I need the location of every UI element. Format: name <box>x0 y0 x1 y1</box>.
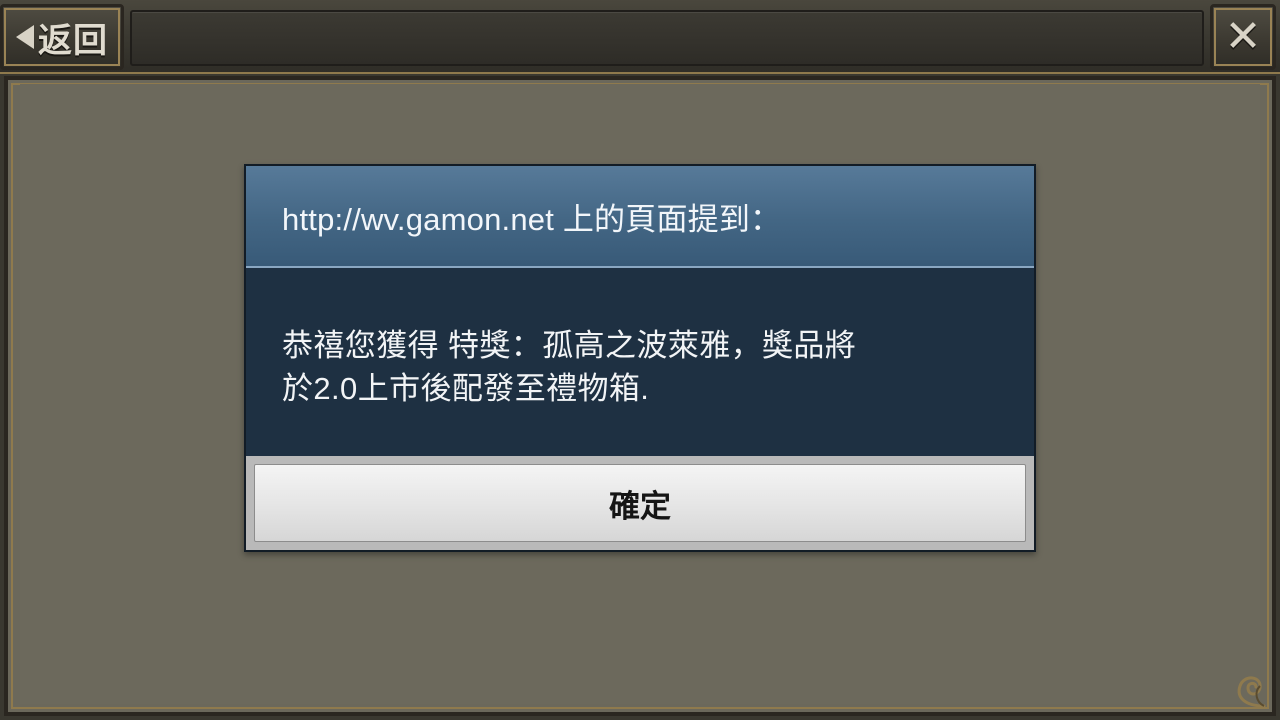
ok-button-label: 確定 <box>609 488 671 524</box>
back-button[interactable]: 返回 <box>0 4 124 70</box>
dialog-header: http://wv.gamon.net 上的頁面提到： <box>246 166 1034 268</box>
swirl-ornament-icon <box>1237 676 1266 708</box>
close-x-icon: ✕ <box>1224 11 1262 62</box>
close-button[interactable]: ✕ <box>1210 4 1276 70</box>
triangle-left-icon <box>16 25 34 49</box>
dialog-message-line-2: 於2.0上市後配發至禮物箱. <box>282 371 650 406</box>
dialog-footer: 確定 <box>246 456 1034 550</box>
dialog-message-line-1: 恭禧您獲得 特獎：孤高之波萊雅，獎品將 <box>282 328 857 363</box>
game-screen: 返回 ✕ http://wv.gamon.net 上的頁面提到： 恭禧您獲得 特… <box>0 0 1280 720</box>
top-bar: 返回 ✕ <box>0 0 1280 74</box>
dialog-body: 恭禧您獲得 特獎：孤高之波萊雅，獎品將 於2.0上市後配發至禮物箱. <box>246 268 1034 456</box>
back-button-label: 返回 <box>38 20 108 61</box>
alert-dialog: http://wv.gamon.net 上的頁面提到： 恭禧您獲得 特獎：孤高之… <box>244 164 1036 552</box>
ok-button[interactable]: 確定 <box>254 464 1026 542</box>
dialog-message: 恭禧您獲得 特獎：孤高之波萊雅，獎品將 於2.0上市後配發至禮物箱. <box>282 324 998 410</box>
top-bar-track <box>130 10 1204 66</box>
dialog-title: http://wv.gamon.net 上的頁面提到： <box>282 201 782 237</box>
